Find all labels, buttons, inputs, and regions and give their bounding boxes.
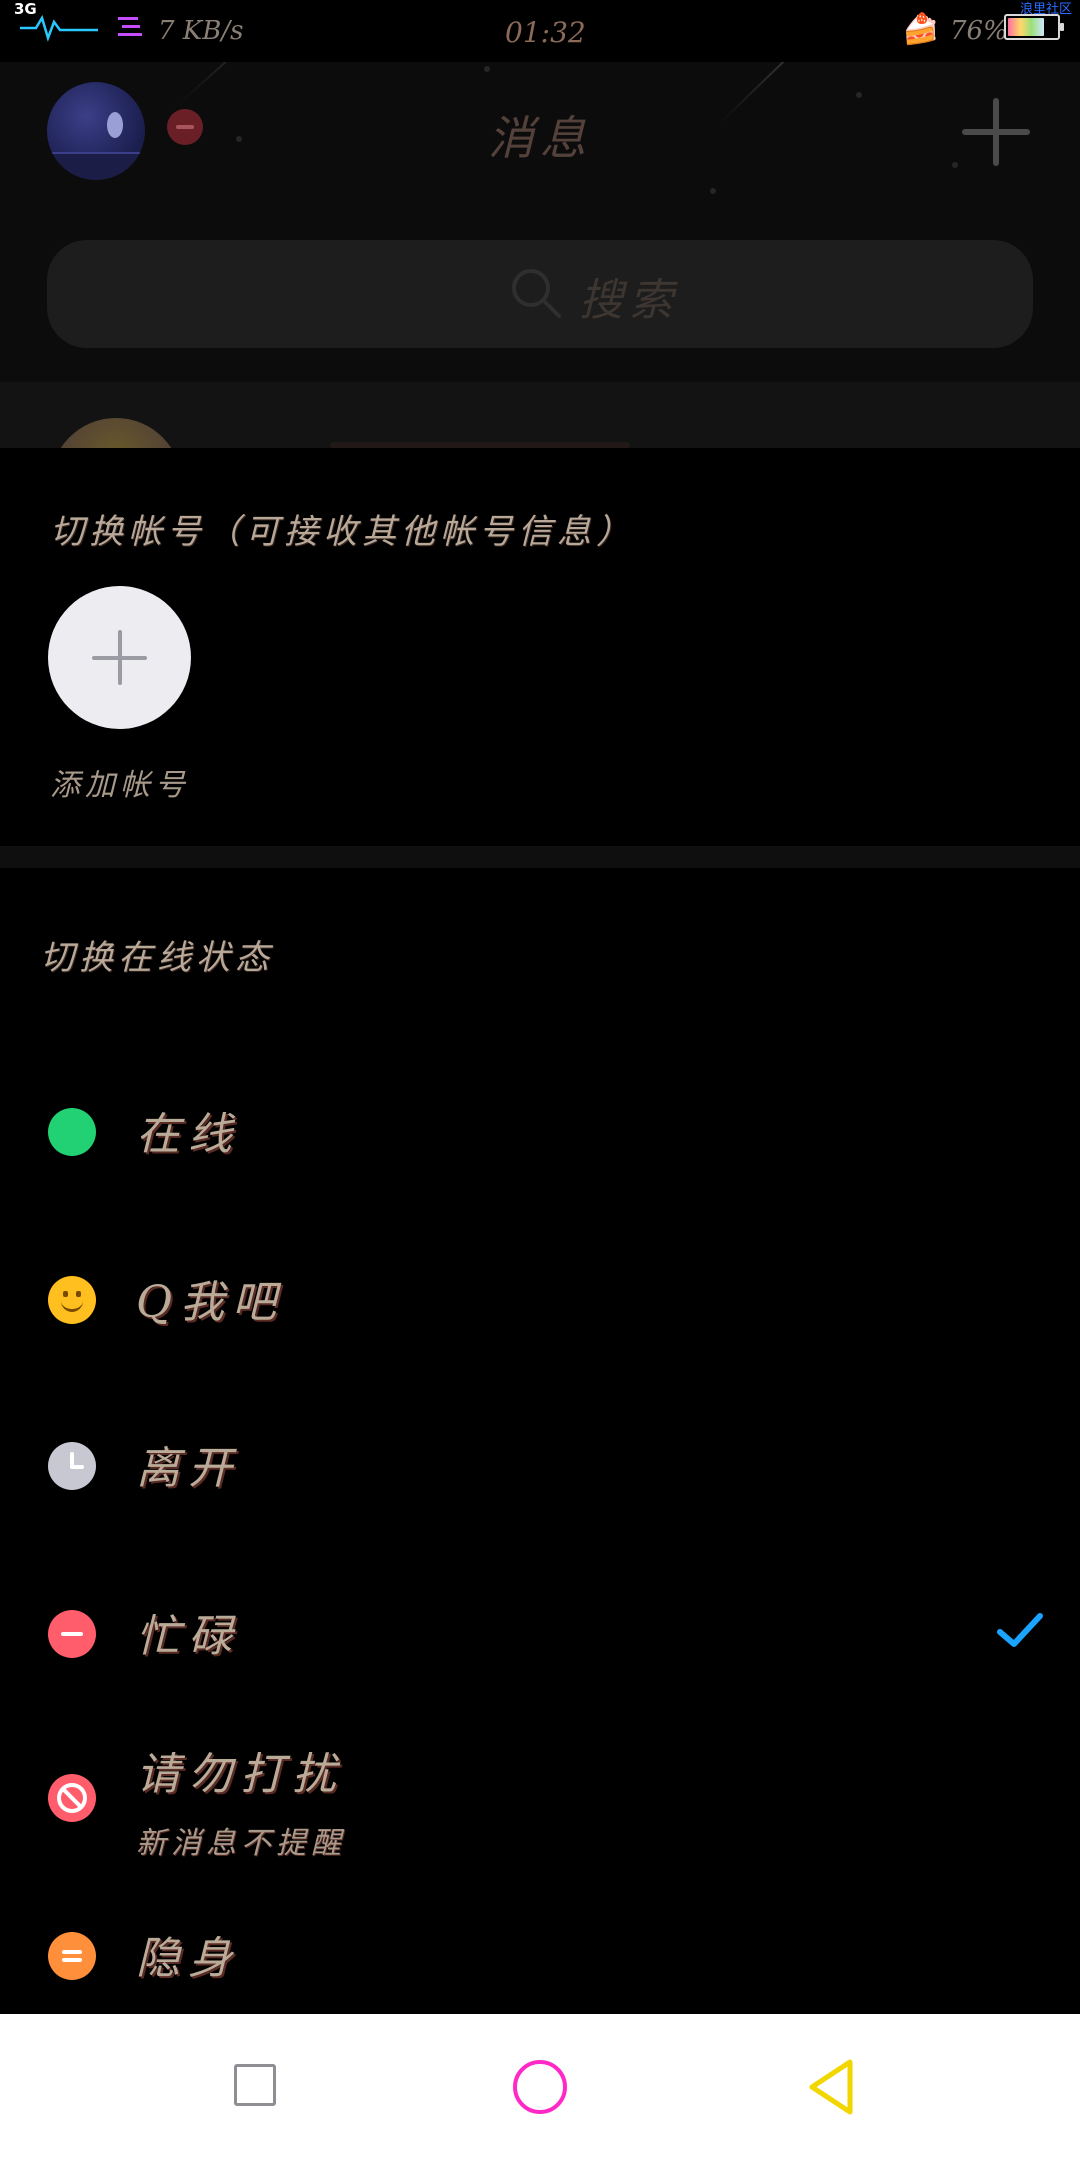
- status-option-label: 隐身: [136, 1933, 240, 1984]
- status-switch-sheet: 切换帐号（可接收其他帐号信息） 添加帐号 切换在线状态 在线 Q我吧 离开 忙碌…: [0, 448, 1080, 2014]
- status-option-busy[interactable]: 忙碌: [0, 1566, 1080, 1726]
- clock-icon: [48, 1442, 96, 1490]
- corner-badge: 浪里社区: [1019, 2, 1072, 17]
- search-placeholder: 搜索: [579, 275, 679, 326]
- status-option-away[interactable]: 离开: [0, 1398, 1080, 1558]
- battery-percent: 76%: [950, 16, 1008, 46]
- status-option-sublabel: 新消息不提醒: [136, 1826, 346, 1861]
- checkmark-icon: [997, 1613, 1043, 1647]
- back-button[interactable]: [806, 2058, 856, 2116]
- account-section-title: 切换帐号（可接收其他帐号信息）: [50, 512, 635, 552]
- add-icon[interactable]: [962, 98, 1030, 166]
- system-navigation-bar: [0, 2014, 1080, 2160]
- clock: 01:32: [505, 16, 586, 49]
- status-bar: 3G 7 KB/s 01:32 🍰 76% 浪里社区: [0, 0, 1080, 62]
- screen: 3G 7 KB/s 01:32 🍰 76% 浪里社区 消息 搜索 切换帐号（可接…: [0, 0, 1080, 2160]
- search-icon: [512, 269, 561, 318]
- search-bar[interactable]: 搜索: [47, 240, 1033, 348]
- status-option-label: 在线: [136, 1109, 240, 1160]
- add-account-label: 添加帐号: [50, 768, 190, 803]
- online-icon: [48, 1108, 96, 1156]
- notification-menu-icon: [118, 17, 142, 36]
- status-option-label: Q我吧: [136, 1277, 285, 1328]
- do-not-disturb-icon: [48, 1774, 96, 1822]
- status-section-title: 切换在线状态: [40, 938, 274, 978]
- page-title: 消息: [488, 111, 592, 165]
- status-option-do-not-disturb[interactable]: 请勿打扰 新消息不提醒: [0, 1718, 1080, 1898]
- status-option-label: 离开: [136, 1443, 240, 1494]
- section-divider: [0, 846, 1080, 868]
- network-speed: 7 KB/s: [158, 16, 244, 46]
- conversation-list-peek: [0, 382, 1080, 448]
- status-option-label: 请勿打扰: [136, 1749, 344, 1800]
- recent-apps-button[interactable]: [234, 2064, 276, 2106]
- pulse-icon: [20, 14, 98, 42]
- add-account-button[interactable]: [48, 586, 191, 729]
- smiley-icon: [48, 1276, 96, 1324]
- invisible-icon: [48, 1932, 96, 1980]
- home-button[interactable]: [513, 2060, 567, 2114]
- cake-icon: 🍰: [902, 12, 940, 47]
- busy-icon: [48, 1610, 96, 1658]
- status-option-online[interactable]: 在线: [0, 1064, 1080, 1224]
- status-option-q-me[interactable]: Q我吧: [0, 1232, 1080, 1392]
- messages-header: 消息 搜索: [0, 62, 1080, 382]
- status-option-label: 忙碌: [136, 1611, 240, 1662]
- battery-icon: [1004, 14, 1064, 40]
